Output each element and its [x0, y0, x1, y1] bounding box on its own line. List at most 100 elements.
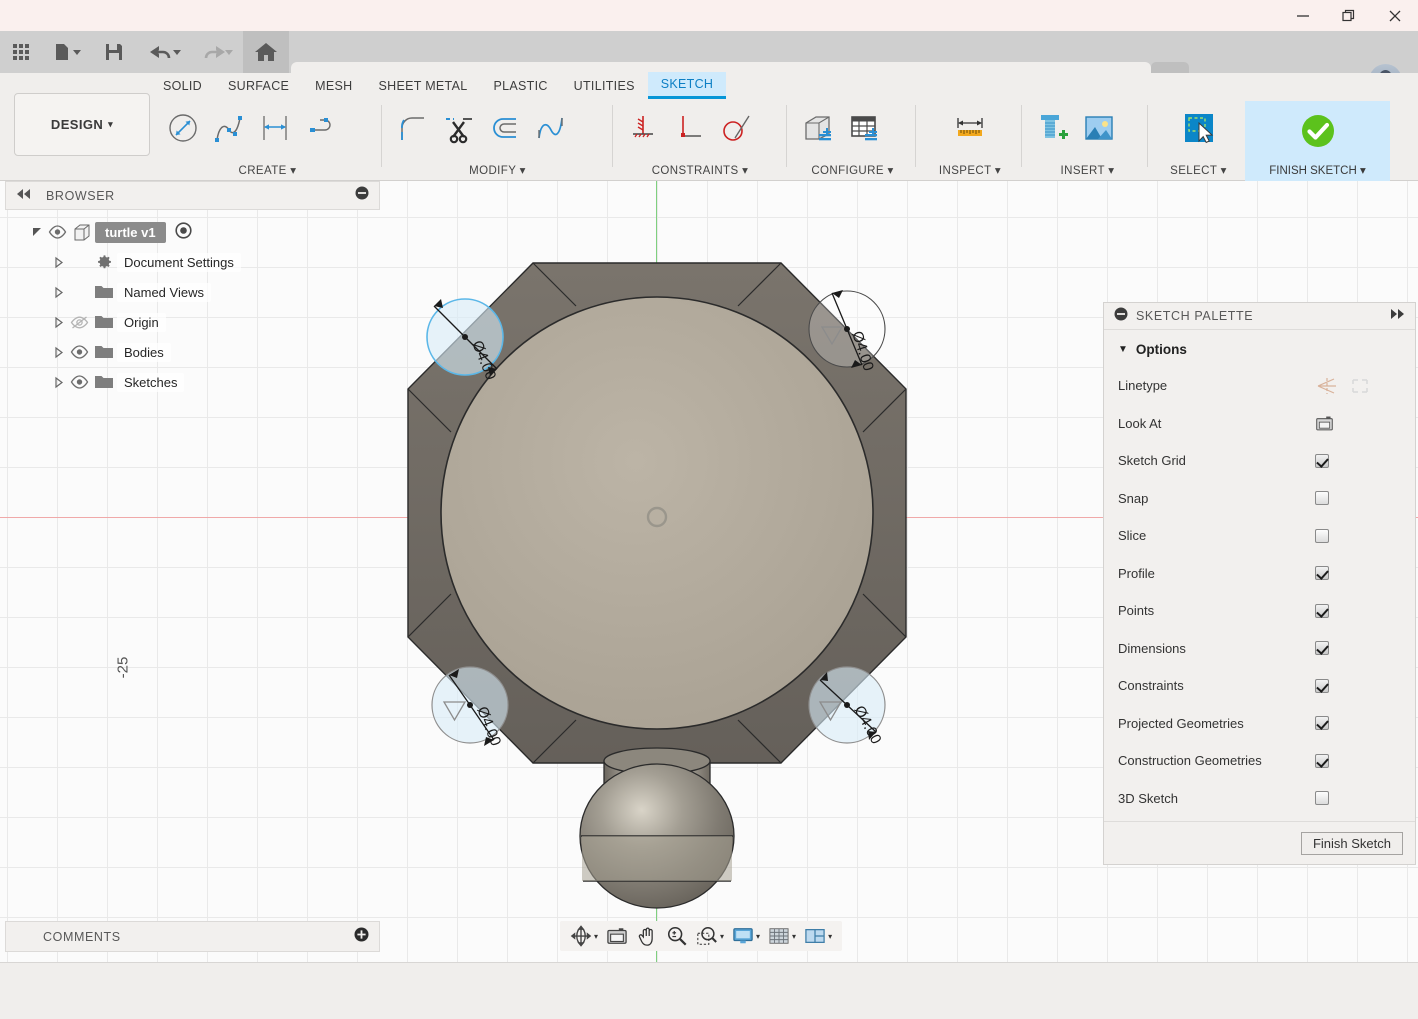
grid-snaps-icon[interactable]: ▾	[764, 923, 800, 949]
window-minimize-button[interactable]	[1280, 0, 1326, 31]
undo-button[interactable]	[138, 31, 188, 73]
browser-item-named-views[interactable]: Named Views	[5, 277, 380, 307]
ribbon-panel-select-label[interactable]: SELECT ▾	[1156, 163, 1241, 177]
browser-item-document-settings[interactable]: Document Settings	[5, 247, 380, 277]
configure-table-icon[interactable]	[841, 103, 887, 153]
ribbon-tab-solid[interactable]: SOLID	[150, 74, 215, 98]
browser-item-sketches[interactable]: Sketches	[5, 367, 380, 397]
browser-item-turtle-v1[interactable]: turtle v1	[5, 217, 380, 247]
look-at-icon[interactable]	[602, 923, 632, 949]
grid-snaps-caret-icon[interactable]: ▾	[792, 932, 796, 941]
workspace-selector[interactable]: DESIGN ▾	[14, 93, 150, 156]
zoom-window-caret-icon[interactable]: ▾	[720, 932, 724, 941]
configure-body-icon[interactable]	[795, 103, 841, 153]
projected-geometries-checkbox[interactable]	[1315, 716, 1329, 731]
ribbon-panel-create-label[interactable]: CREATE ▾	[160, 163, 375, 177]
sketch-grid-checkbox[interactable]	[1315, 453, 1329, 468]
select-icon[interactable]	[1176, 103, 1222, 153]
ribbon-panel-configure-label[interactable]: CONFIGURE ▾	[795, 163, 910, 177]
expand-arrow-icon[interactable]	[51, 344, 67, 360]
window-restore-button[interactable]	[1326, 0, 1372, 31]
pan-hand-icon[interactable]	[632, 923, 662, 949]
dimension-annotation[interactable]: Ø4.00	[808, 290, 886, 373]
orbit-caret-icon[interactable]: ▾	[594, 932, 598, 941]
sketch-dimension-icon[interactable]	[160, 103, 206, 153]
sketch-option-control	[1315, 716, 1415, 731]
sketch-palette-minus-icon[interactable]	[1114, 307, 1128, 326]
dimension-annotation[interactable]: Ø4.00	[431, 666, 509, 748]
ribbon-panel-modify-label[interactable]: MODIFY ▾	[390, 163, 605, 177]
constraints-checkbox[interactable]	[1315, 678, 1329, 693]
expand-arrow-icon[interactable]	[51, 314, 67, 330]
ribbon-tab-surface[interactable]: SURFACE	[215, 74, 302, 98]
trim-scissors-icon[interactable]	[436, 103, 482, 153]
ribbon-tab-plastic[interactable]: PLASTIC	[480, 74, 560, 98]
perpendicular-constraint-icon[interactable]	[666, 103, 712, 153]
finish-sketch-button[interactable]: Finish Sketch	[1300, 831, 1403, 855]
curvature-icon[interactable]	[528, 103, 574, 153]
app-grid-menu-button[interactable]	[2, 31, 40, 73]
ribbon-panel-modify: MODIFY ▾	[390, 103, 605, 181]
save-button[interactable]	[94, 31, 134, 73]
viewports-icon[interactable]: ▾	[800, 923, 836, 949]
visibility-eye-icon[interactable]	[67, 375, 91, 389]
dimension-annotation[interactable]: Ø4.00	[808, 666, 886, 747]
insert-mcmaster-icon[interactable]	[1030, 103, 1076, 153]
browser-item-bodies[interactable]: Bodies	[5, 337, 380, 367]
ribbon-tab-list: SOLID SURFACE MESH SHEET METAL PLASTIC UTILIT…	[150, 72, 727, 99]
new-document-button[interactable]	[44, 31, 90, 73]
sketch-palette-expand-icon[interactable]	[1389, 307, 1405, 325]
comments-panel[interactable]: COMMENTS	[5, 921, 380, 952]
ribbon-panel-insert-label[interactable]: INSERT ▾	[1030, 163, 1145, 177]
tangent-constraint-icon[interactable]	[712, 103, 758, 153]
activate-component-radio[interactable]	[174, 222, 192, 242]
fix-constraint-icon[interactable]	[620, 103, 666, 153]
comments-add-icon[interactable]	[354, 927, 369, 947]
viewports-caret-icon[interactable]: ▾	[828, 932, 832, 941]
offset-icon[interactable]	[482, 103, 528, 153]
display-settings-icon[interactable]: ▾	[728, 923, 764, 949]
measure-icon[interactable]	[947, 103, 993, 153]
points-checkbox[interactable]	[1315, 603, 1329, 618]
expand-arrow-icon[interactable]	[51, 374, 67, 390]
visibility-eye-icon[interactable]	[67, 315, 91, 329]
slot-icon[interactable]	[298, 103, 344, 153]
ribbon-panel-constraints-label[interactable]: CONSTRAINTS ▾	[620, 163, 780, 177]
ribbon-tab-sheet-metal[interactable]: SHEET METAL	[365, 74, 480, 98]
3d-sketch-checkbox[interactable]	[1315, 791, 1329, 806]
orbit-icon[interactable]: ▾	[566, 923, 602, 949]
finish-sketch-panel[interactable]: FINISH SKETCH ▾	[1245, 101, 1390, 181]
slice-checkbox[interactable]	[1315, 528, 1329, 543]
browser-minus-icon[interactable]	[355, 186, 369, 205]
expand-arrow-icon[interactable]	[51, 284, 67, 300]
display-settings-caret-icon[interactable]: ▾	[756, 932, 760, 941]
ribbon-tab-utilities[interactable]: UTILITIES	[561, 74, 648, 98]
profile-checkbox[interactable]	[1315, 566, 1329, 581]
redo-button[interactable]	[190, 31, 240, 73]
zoom-icon[interactable]	[662, 923, 692, 949]
zoom-window-icon[interactable]: ▾	[692, 923, 728, 949]
construction-geometries-checkbox[interactable]	[1315, 753, 1329, 768]
sketch-option-constraints: Constraints	[1104, 667, 1415, 705]
fillet-icon[interactable]	[390, 103, 436, 153]
options-section-header[interactable]: ▼ Options	[1104, 336, 1415, 367]
browser-collapse-icon[interactable]	[16, 187, 32, 205]
spline-icon[interactable]	[206, 103, 252, 153]
options-caret-icon: ▼	[1118, 344, 1128, 355]
snap-checkbox[interactable]	[1315, 491, 1329, 506]
visibility-eye-icon[interactable]	[45, 225, 69, 239]
home-button[interactable]	[243, 31, 289, 73]
visibility-eye-icon[interactable]	[67, 345, 91, 359]
dimensions-checkbox[interactable]	[1315, 641, 1329, 656]
window-close-button[interactable]	[1372, 0, 1418, 31]
ribbon-tab-mesh[interactable]: MESH	[302, 74, 365, 98]
expand-arrow-icon[interactable]	[29, 224, 45, 240]
expand-arrow-icon[interactable]	[51, 254, 67, 270]
browser-item-origin[interactable]: Origin	[5, 307, 380, 337]
dimension-annotation[interactable]: Ø4.00	[426, 298, 504, 382]
ribbon-panel-inspect-label[interactable]: INSPECT ▾	[925, 163, 1015, 177]
insert-image-icon[interactable]	[1076, 103, 1122, 153]
finish-sketch-label[interactable]: FINISH SKETCH ▾	[1245, 163, 1390, 177]
linear-dimension-icon[interactable]	[252, 103, 298, 153]
ribbon-tab-sketch[interactable]: SKETCH	[647, 72, 727, 99]
